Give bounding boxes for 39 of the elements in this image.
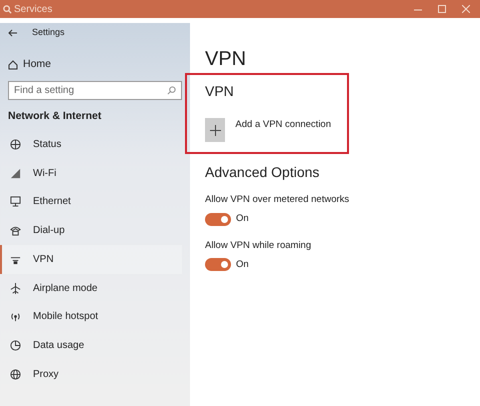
search-icon	[2, 4, 12, 14]
add-vpn-link[interactable]: Add a VPN connection	[235, 118, 331, 132]
option-label: Allow VPN over metered networks	[205, 193, 350, 207]
toggle-switch[interactable]	[205, 212, 231, 226]
nav-item[interactable]: Status	[0, 130, 182, 159]
monitor-icon	[10, 196, 21, 208]
nav-item[interactable]: Ethernet	[0, 188, 182, 216]
home-icon	[8, 60, 18, 70]
nav-item[interactable]: Mobile hotspot	[0, 302, 182, 332]
section-heading: VPN	[205, 82, 235, 101]
globe-icon	[10, 139, 21, 150]
phone-icon	[10, 225, 21, 236]
nav-item[interactable]: VPN	[0, 245, 182, 274]
section-heading: Advanced Options	[205, 163, 320, 182]
page-title: VPN	[205, 47, 248, 71]
section-heading: Network & Internet	[8, 108, 102, 124]
search-icon	[167, 86, 176, 94]
window-title: Services	[14, 2, 52, 16]
back-icon[interactable]	[8, 29, 17, 37]
nav-item[interactable]: Airplane mode	[0, 274, 182, 302]
toggle-state: On	[236, 212, 249, 226]
search-field[interactable]: Find a setting	[8, 80, 182, 100]
wifi-icon	[10, 168, 21, 179]
nav-item[interactable]: Data usage	[0, 331, 182, 360]
maximize-icon[interactable]	[438, 4, 446, 13]
nav-item[interactable]: Proxy	[0, 360, 182, 388]
close-icon[interactable]	[462, 4, 470, 13]
pie-icon	[10, 340, 21, 351]
hotspot-icon	[10, 311, 21, 322]
toggle-state: On	[236, 258, 249, 272]
sidebar-title: Settings	[32, 26, 65, 40]
nav-item[interactable]: Wi-Fi	[0, 158, 182, 188]
plane-icon	[10, 282, 21, 294]
add-button[interactable]	[205, 118, 226, 142]
toggle-switch[interactable]	[205, 258, 231, 272]
home-link[interactable]: Home	[8, 52, 182, 78]
plus-icon	[210, 124, 221, 136]
option-label: Allow VPN while roaming	[205, 238, 312, 252]
nav-item[interactable]: Dial-up	[0, 216, 182, 245]
